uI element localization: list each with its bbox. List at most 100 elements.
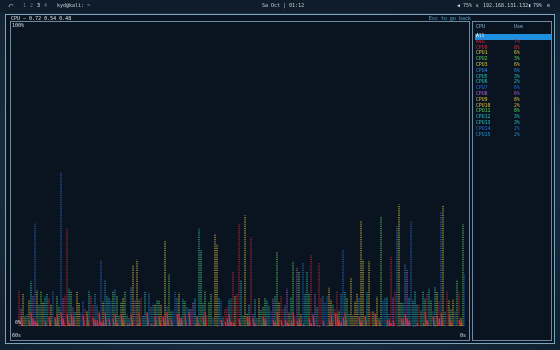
cpu-avg-trace-segment — [68, 322, 71, 327]
cpu-avg-trace-segment — [342, 317, 345, 327]
cpu-avg-trace-segment — [188, 312, 191, 327]
cpu-avg-trace-segment — [302, 323, 305, 327]
cpu-avg-trace-segment — [160, 323, 163, 327]
cpu-avg-trace-segment — [310, 323, 313, 327]
cpu-avg-trace-segment — [386, 320, 389, 327]
cpu-avg-trace-segment — [194, 323, 197, 327]
cpu-avg-trace-segment — [414, 324, 417, 327]
cpu-avg-trace-segment — [438, 317, 441, 327]
network-icon: ⇅ — [476, 3, 480, 9]
cpu-list-header: CPU Use — [476, 24, 550, 30]
cpu-avg-trace-segment — [226, 318, 229, 327]
cpu-avg-trace-segment — [20, 316, 23, 327]
cpu-avg-trace-segment — [178, 314, 181, 327]
cpu-avg-trace-segment — [198, 323, 201, 327]
cpu-avg-trace-segment — [152, 324, 155, 327]
cpu-avg-trace-segment — [292, 312, 295, 327]
cpu-avg-trace-segment — [228, 314, 231, 327]
cpu-avg-trace-segment — [122, 317, 125, 327]
cpu-avg-trace-segment — [70, 313, 73, 327]
cpu-avg-trace-segment — [246, 316, 249, 327]
cpu-avg-trace-segment — [312, 315, 315, 327]
cpu-avg-trace-segment — [66, 313, 69, 327]
cpu-avg-trace-segment — [416, 322, 419, 327]
cpu-avg-trace-segment — [136, 322, 139, 327]
battery-level: 79% — [533, 3, 543, 9]
cpu-avg-trace-segment — [264, 318, 267, 327]
workspace-3[interactable]: 3 — [37, 3, 40, 9]
cpu-avg-trace-segment — [296, 321, 299, 327]
cpu-avg-trace-segment — [440, 313, 443, 327]
cpu-avg-trace-segment — [154, 316, 157, 327]
use-column-header: Use — [514, 24, 524, 30]
cpu-avg-trace-segment — [432, 316, 435, 327]
cpu-avg-trace-segment — [378, 320, 381, 327]
cpu-avg-trace-segment — [196, 317, 199, 327]
cpu-list[interactable]: All AVG 7% CPU0 8% CPU1 6% CPU2 3% CPU3 6% CPU4 6% CP… — [475, 34, 551, 138]
cpu-avg-trace-segment — [166, 312, 169, 327]
cpu-avg-trace-segment — [274, 321, 277, 327]
volume-level: 75% — [463, 3, 473, 9]
cpu-avg-trace-segment — [254, 323, 257, 327]
cpu-avg-trace-segment — [398, 324, 401, 327]
cpu-avg-trace-segment — [338, 320, 341, 327]
cpu-avg-trace-segment — [330, 314, 333, 327]
cpu-avg-trace-segment — [290, 320, 293, 327]
ip-address: 192.168.131.132 — [483, 3, 529, 9]
cpu-avg-trace-segment — [104, 313, 107, 327]
menu-arrow-icon[interactable]: ⤺ — [8, 3, 13, 9]
cpu-avg-trace-segment — [114, 313, 117, 327]
cpu-list-panel[interactable]: CPU Use All AVG 7% CPU0 8% CPU1 6% CPU2 3% CPU3 6%… — [472, 21, 552, 341]
cpu-avg-trace-segment — [406, 317, 409, 327]
cpu-avg-trace-segment — [260, 323, 263, 327]
cpu-avg-trace-segment — [162, 316, 165, 327]
cpu-use-value: 2% — [514, 132, 520, 138]
cpu-avg-trace-segment — [334, 312, 337, 327]
cpu-avg-trace-segment — [360, 320, 363, 327]
battery-icon: ▮ — [528, 3, 532, 9]
cpu-avg-trace-segment — [128, 322, 131, 327]
cpu-avg-trace-segment — [126, 323, 129, 327]
cpu-avg-trace-segment — [328, 319, 331, 327]
cpu-avg-trace-segment — [158, 315, 161, 327]
cpu-avg-trace-segment — [230, 321, 233, 327]
cpu-avg-trace-segment — [96, 320, 99, 327]
cpu-avg-trace-segment — [374, 313, 377, 327]
cpu-list-item[interactable]: CPU15 2% — [475, 133, 551, 139]
cpu-avg-trace-segment — [280, 320, 283, 327]
workspace-1[interactable]: 1 — [23, 3, 26, 9]
settings-gear-icon[interactable]: ⚙ — [547, 3, 550, 9]
cpu-avg-trace-segment — [460, 319, 463, 327]
cpu-avg-trace-segment — [336, 313, 339, 327]
x-axis-right-label: 0s — [460, 333, 467, 339]
cpu-avg-trace-segment — [32, 318, 35, 327]
y-axis-bottom-label: 0% — [15, 320, 22, 326]
cpu-avg-trace-segment — [86, 315, 89, 327]
volume-icon: ◀ — [457, 3, 461, 9]
cpu-avg-trace-segment — [120, 313, 123, 327]
y-axis-top-label: 100% — [12, 23, 25, 29]
cpu-avg-trace-segment — [184, 315, 187, 327]
cpu-avg-trace-segment — [224, 321, 227, 327]
cpu-avg-trace-segment — [30, 312, 33, 327]
cpu-avg-trace-segment — [100, 322, 103, 327]
workspace-4[interactable]: 4 — [44, 3, 47, 9]
terminal-window[interactable]: CPU — 0.72 0.54 0.48 Esc to go back 100%… — [5, 14, 555, 344]
cpu-avg-trace-segment — [326, 324, 329, 327]
cpu-avg-trace-segment — [54, 317, 57, 327]
cpu-avg-trace-segment — [404, 314, 407, 327]
cpu-avg-trace-segment — [60, 312, 63, 327]
cpu-avg-trace-segment — [388, 319, 391, 327]
cpu-avg-trace-segment — [108, 318, 111, 327]
workspace-2[interactable]: 2 — [30, 3, 33, 9]
cpu-avg-trace-segment — [322, 320, 325, 327]
cpu-avg-trace-segment — [176, 313, 179, 327]
cpu-avg-trace-segment — [102, 320, 105, 327]
cpu-avg-trace-segment — [390, 323, 393, 327]
cpu-avg-trace-segment — [344, 313, 347, 327]
cpu-avg-trace-segment — [116, 322, 119, 327]
cpu-avg-trace-segment — [424, 312, 427, 327]
cpu-avg-trace-segment — [408, 320, 411, 327]
cpu-avg-trace-segment — [450, 322, 453, 327]
cpu-avg-trace-segment — [164, 315, 167, 327]
